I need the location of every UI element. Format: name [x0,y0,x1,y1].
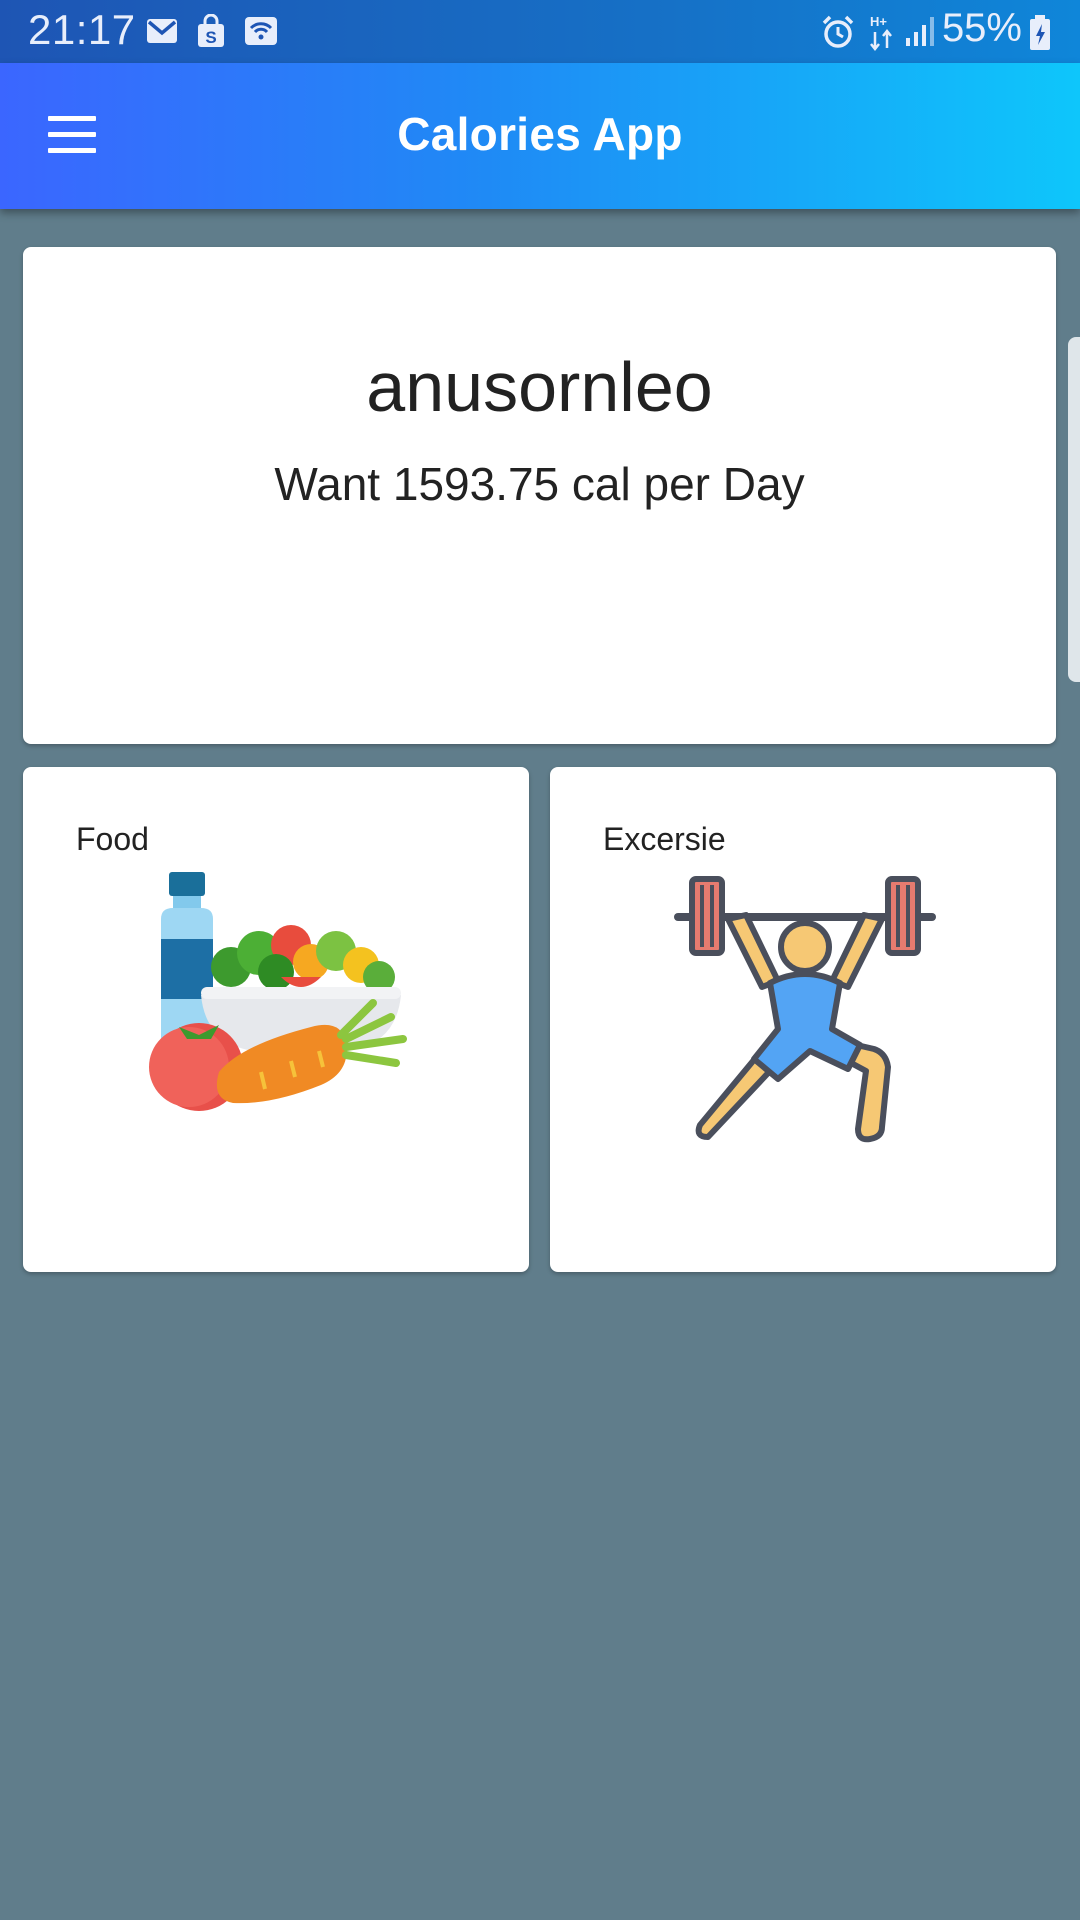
calorie-goal-text: Want 1593.75 cal per Day [274,458,805,510]
food-card[interactable]: Food [23,767,529,1272]
shopping-icon: S [198,14,224,47]
app-bar: Calories App [0,63,1080,209]
battery-percentage: 55% [941,6,1022,50]
battery-charging-icon [1030,15,1050,50]
username: anusornleo [366,348,713,426]
scroll-handle[interactable] [1068,337,1080,682]
data-arrows-icon: H+ [870,14,892,52]
alarm-icon [822,15,854,48]
exercise-card[interactable]: Excersie [550,767,1056,1272]
wifi-icon [245,17,277,45]
gmail-icon [147,19,177,43]
exercise-card-label: Excersie [603,821,726,857]
svg-text:S: S [205,28,216,47]
svg-text:H+: H+ [870,14,887,29]
food-groceries-icon [149,872,407,1111]
app-title: Calories App [397,108,683,160]
profile-card: anusornleo Want 1593.75 cal per Day [23,247,1056,744]
signal-icon [906,17,934,46]
food-card-label: Food [76,821,149,857]
status-time: 21:17 [28,6,136,53]
status-bar: 21:17 S H+ 55% [0,0,1080,63]
weightlifter-icon [674,876,936,1143]
